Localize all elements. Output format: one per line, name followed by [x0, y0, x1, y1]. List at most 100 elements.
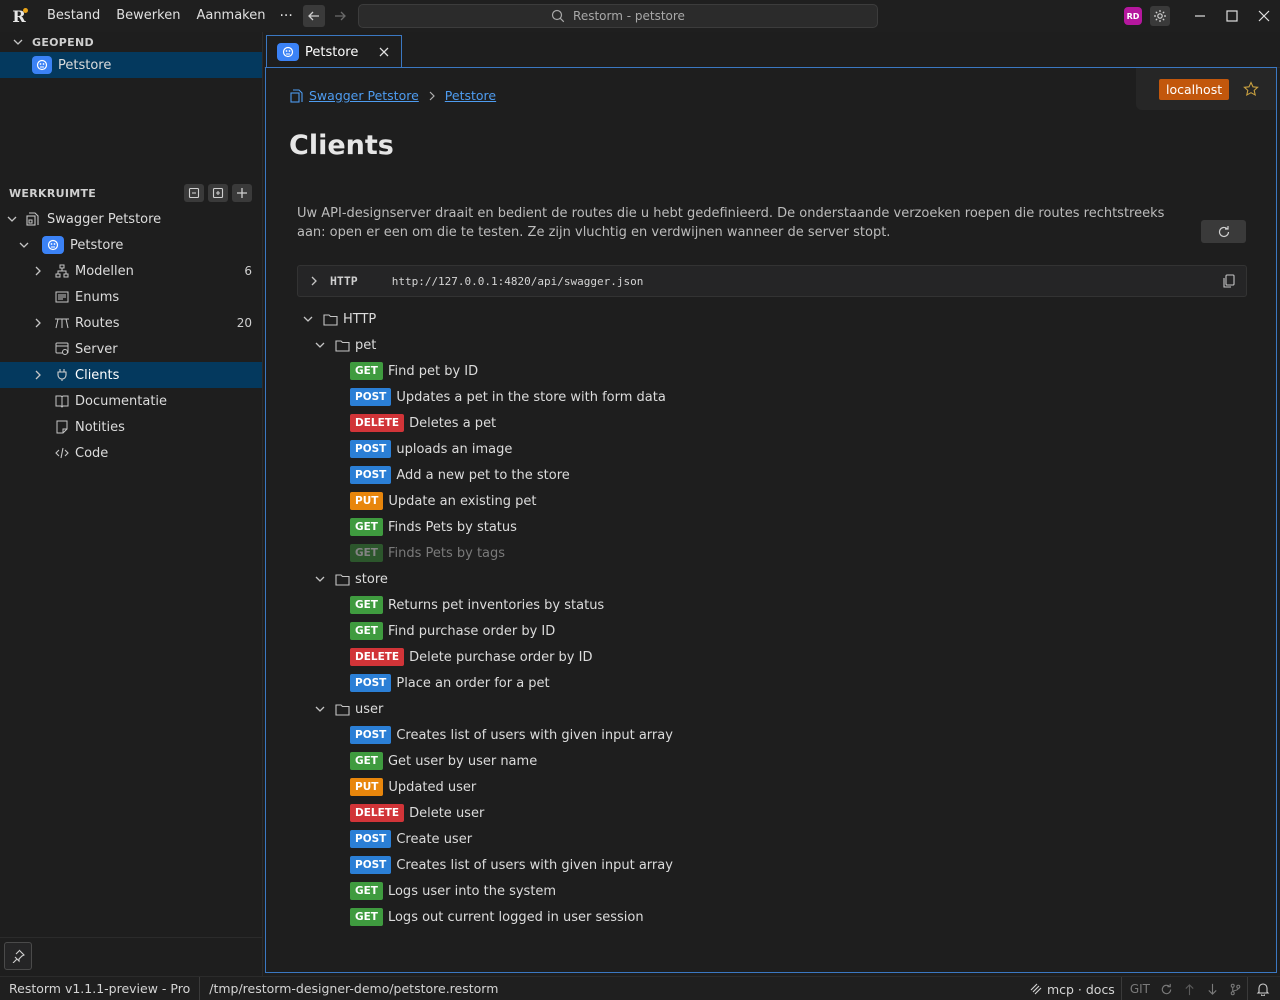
route-item[interactable]: DELETE Delete user — [300, 800, 1200, 826]
copy-icon[interactable] — [1222, 274, 1236, 288]
minimize-button[interactable] — [1184, 0, 1216, 32]
route-label: Update an existing pet — [388, 493, 537, 509]
add-button[interactable] — [232, 184, 252, 202]
server-icon — [54, 341, 70, 357]
avatar[interactable]: RD — [1124, 7, 1142, 25]
git-branch-icon[interactable] — [1224, 983, 1247, 996]
route-label: Find pet by ID — [387, 363, 479, 379]
route-item[interactable]: GET Find pet by ID — [300, 358, 1200, 384]
route-label: Create user — [396, 831, 473, 847]
method-badge: PUT — [350, 778, 384, 796]
route-item[interactable]: POST Create user — [300, 826, 1200, 852]
menu-more-button[interactable]: ··· — [273, 8, 298, 24]
search-text: Restorm - petstore — [573, 9, 685, 23]
git-refresh-icon[interactable] — [1155, 983, 1178, 996]
folder-icon — [322, 311, 338, 327]
sidebar-item-enums[interactable]: Enums — [0, 284, 262, 310]
workspace-root-label: Swagger Petstore — [47, 211, 162, 227]
enums-icon — [54, 289, 70, 305]
description-text: Uw API-designserver draait en bedient de… — [297, 206, 1165, 240]
spec-url-row[interactable]: HTTP http://127.0.0.1:4820/api/swagger.j… — [297, 265, 1247, 297]
sidebar-item-label: Code — [75, 445, 109, 461]
settings-button[interactable] — [1150, 6, 1170, 26]
method-badge: PUT — [350, 492, 384, 510]
sidebar-item-modellen[interactable]: Modellen 6 — [0, 258, 262, 284]
route-item[interactable]: POST uploads an image — [300, 436, 1200, 462]
route-label: uploads an image — [396, 441, 513, 457]
page-title: Clients — [289, 130, 394, 161]
route-item[interactable]: GET Logs out current logged in user sessi… — [300, 904, 1200, 930]
route-label: Deletes a pet — [409, 415, 497, 431]
code-icon — [54, 445, 70, 461]
route-item[interactable]: PUT Update an existing pet — [300, 488, 1200, 514]
route-item[interactable]: POST Add a new pet to the store — [300, 462, 1200, 488]
route-item[interactable]: POST Updates a pet in the store with form… — [300, 384, 1200, 410]
breadcrumb-project[interactable]: Petstore — [445, 88, 496, 103]
folder-row[interactable]: pet — [300, 332, 1200, 358]
sidebar-item-code[interactable]: Code — [0, 440, 262, 466]
tab-bar: Petstore — [264, 32, 1280, 68]
route-item[interactable]: GET Returns pet inventories by status — [300, 592, 1200, 618]
route-item[interactable]: GET Get user by user name — [300, 748, 1200, 774]
close-icon — [379, 47, 389, 57]
git-pull-icon[interactable] — [1201, 983, 1224, 996]
menu-aanmaken[interactable]: Aanmaken — [188, 0, 273, 32]
sidebar-item-documentatie[interactable]: Documentatie — [0, 388, 262, 414]
main-panel: Swagger Petstore Petstore localhost Clie… — [265, 67, 1277, 973]
route-item[interactable]: GET Logs user into the system — [300, 878, 1200, 904]
maximize-icon — [1226, 10, 1238, 22]
open-item-petstore[interactable]: Petstore — [0, 52, 262, 78]
sidebar-item-clients[interactable]: Clients — [0, 362, 262, 388]
git-push-icon[interactable] — [1178, 983, 1201, 996]
routes-icon — [54, 315, 70, 331]
route-item[interactable]: DELETE Deletes a pet — [300, 410, 1200, 436]
mcp-docs-button[interactable]: mcp · docs — [1023, 982, 1121, 997]
folder-row[interactable]: store — [300, 566, 1200, 592]
maximize-button[interactable] — [1216, 0, 1248, 32]
route-label: Finds Pets by status — [387, 519, 517, 535]
tree-project-petstore[interactable]: Petstore — [0, 232, 262, 258]
route-item[interactable]: POST Place an order for a pet — [300, 670, 1200, 696]
sidebar-item-notities[interactable]: Notities — [0, 414, 262, 440]
folder-label: store — [355, 571, 388, 587]
tree-workspace-root[interactable]: Swagger Petstore — [0, 206, 262, 232]
collapse-all-button[interactable] — [184, 184, 204, 202]
folder-row[interactable]: user — [300, 696, 1200, 722]
open-section-header[interactable]: GEOPEND — [0, 32, 262, 52]
method-badge: POST — [350, 466, 392, 484]
menu-bewerken[interactable]: Bewerken — [108, 0, 188, 32]
chevron-down-icon — [16, 237, 32, 253]
route-item[interactable]: POST Creates list of users with given inp… — [300, 852, 1200, 878]
refresh-button[interactable] — [1201, 220, 1246, 243]
star-icon[interactable] — [1243, 81, 1259, 97]
route-item[interactable]: GET Find purchase order by ID — [300, 618, 1200, 644]
expand-all-button[interactable] — [208, 184, 228, 202]
close-window-button[interactable] — [1248, 0, 1280, 32]
breadcrumb-workspace[interactable]: Swagger Petstore — [309, 88, 419, 103]
route-item[interactable]: GET Finds Pets by status — [300, 514, 1200, 540]
pin-button[interactable] — [4, 942, 32, 970]
menu-bestand[interactable]: Bestand — [39, 0, 108, 32]
forward-button[interactable] — [329, 5, 351, 27]
back-button[interactable] — [302, 5, 325, 27]
sidebar-item-server[interactable]: Server — [0, 336, 262, 362]
chevron-right-icon — [306, 273, 322, 289]
sidebar-item-routes[interactable]: Routes 20 — [0, 310, 262, 336]
note-icon — [54, 419, 70, 435]
tab-close-button[interactable] — [379, 47, 389, 57]
route-item[interactable]: GET Finds Pets by tags — [300, 540, 1200, 566]
route-item[interactable]: POST Creates list of users with given inp… — [300, 722, 1200, 748]
file-path[interactable]: /tmp/restorm-designer-demo/petstore.rest… — [200, 977, 507, 1000]
command-search[interactable]: Restorm - petstore — [358, 4, 878, 28]
server-badge[interactable]: localhost — [1159, 78, 1230, 100]
breadcrumb: Swagger Petstore Petstore — [290, 88, 496, 103]
folder-row[interactable]: HTTP — [300, 306, 1200, 332]
route-item[interactable]: DELETE Delete purchase order by ID — [300, 644, 1200, 670]
route-item[interactable]: PUT Updated user — [300, 774, 1200, 800]
bell-icon[interactable] — [1248, 982, 1280, 996]
tab-petstore[interactable]: Petstore — [266, 35, 402, 68]
workspace-section-header: WERKRUIMTE — [0, 182, 262, 204]
workspace-icon — [290, 88, 303, 103]
chevron-down-icon — [300, 311, 316, 327]
petstore-icon — [32, 56, 52, 74]
